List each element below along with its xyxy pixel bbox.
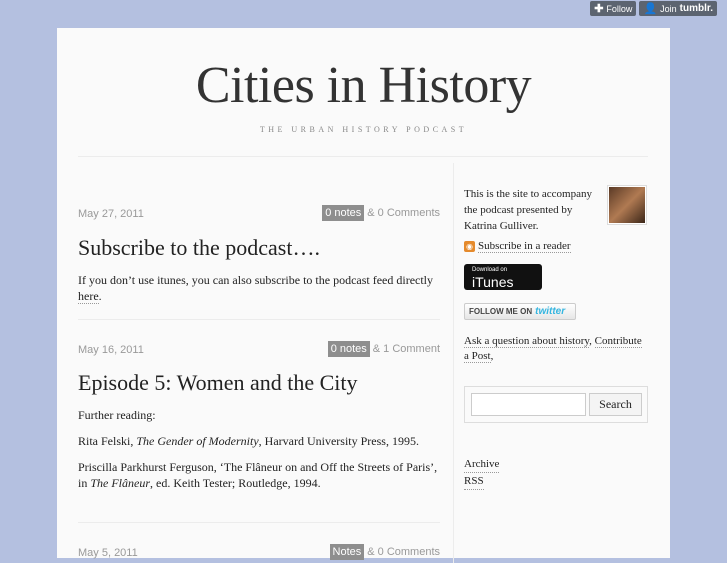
rss-link[interactable]: RSS	[464, 473, 484, 490]
join-tumblr-button[interactable]: 👤 Join tumblr.	[639, 1, 717, 16]
notes-count[interactable]: Notes	[329, 544, 365, 560]
post-paragraph: Rita Felski, The Gender of Modernity, Ha…	[78, 433, 440, 449]
amp: &	[372, 343, 381, 355]
text: , Harvard University Press, 1995.	[258, 434, 419, 448]
rss-subscribe-label: Subscribe in a reader	[478, 240, 571, 253]
search-form: Search	[464, 386, 648, 423]
post-divider	[78, 522, 440, 523]
amp: &	[367, 207, 375, 219]
tumblr-brand: tumblr.	[679, 3, 713, 14]
amp: &	[367, 546, 375, 558]
post-paragraph: Priscilla Parkhurst Ferguson, ‘The Flâne…	[78, 459, 440, 491]
text: Rita Felski,	[78, 434, 137, 448]
post-date[interactable]: May 16, 2011	[78, 344, 144, 356]
page-container: Cities in History THE URBAN HISTORY PODC…	[57, 28, 670, 563]
post-text: If you don’t use itunes, you can also su…	[78, 273, 434, 287]
post-date[interactable]: May 5, 2011	[78, 547, 138, 559]
rss-icon: ◉	[464, 241, 475, 252]
post-title[interactable]: Subscribe to the podcast….	[78, 235, 320, 261]
book-title: The Flâneur	[90, 476, 151, 490]
twitter-follow-button[interactable]: FOLLOW ME ON twitter	[464, 303, 576, 320]
rss-subscribe[interactable]: ◉ Subscribe in a reader	[464, 240, 571, 253]
header-divider	[78, 156, 648, 157]
blog-title[interactable]: Cities in History	[57, 56, 670, 115]
ask-question-link[interactable]: Ask a question about history	[464, 335, 590, 348]
tumblr-controls: ✚ Follow 👤 Join tumblr.	[590, 1, 717, 16]
itunes-big-text: iTunes	[472, 274, 514, 290]
site-description: This is the site to accompany the podcas…	[464, 188, 592, 232]
follow-label: Follow	[606, 3, 633, 14]
comments-link[interactable]: 1 Comment	[383, 343, 440, 355]
post-divider	[78, 319, 440, 320]
sidebar-links: Archive RSS	[464, 456, 500, 490]
avatar[interactable]	[607, 185, 647, 225]
join-label: Join	[660, 3, 677, 14]
book-title: The Gender of Modernity	[136, 434, 259, 448]
ask-contribute: Ask a question about history, Contribute…	[464, 334, 649, 364]
itunes-badge[interactable]: Download on iTunes	[464, 264, 542, 290]
search-input[interactable]	[471, 393, 586, 416]
plus-icon: ✚	[594, 3, 604, 15]
twitter-brand: twitter	[535, 306, 566, 317]
post-paragraph: Further reading:	[78, 408, 156, 422]
text: , ed. Keith Tester; Routledge, 1994.	[150, 476, 321, 490]
user-icon: 👤	[643, 3, 658, 15]
search-button[interactable]: Search	[589, 393, 642, 416]
comments-link[interactable]: 0 Comments	[378, 207, 440, 219]
follow-button[interactable]: ✚ Follow	[590, 1, 637, 16]
blog-tagline: THE URBAN HISTORY PODCAST	[259, 125, 468, 134]
notes-count[interactable]: 0 notes	[327, 341, 370, 357]
comma: ,	[490, 350, 494, 362]
post-date[interactable]: May 27, 2011	[78, 208, 144, 220]
sidebar-divider	[453, 163, 454, 563]
archive-link[interactable]: Archive	[464, 456, 500, 473]
comments-link[interactable]: 0 Comments	[378, 546, 440, 558]
avatar-image	[609, 187, 645, 223]
notes-count[interactable]: 0 notes	[322, 205, 365, 221]
post-text-end: .	[98, 289, 102, 303]
comma: ,	[589, 335, 592, 347]
twitter-prefix: FOLLOW ME ON	[469, 307, 533, 316]
post-title[interactable]: Episode 5: Women and the City	[78, 370, 358, 396]
post-body: If you don’t use itunes, you can also su…	[78, 272, 440, 304]
feed-link[interactable]: here	[78, 289, 99, 304]
